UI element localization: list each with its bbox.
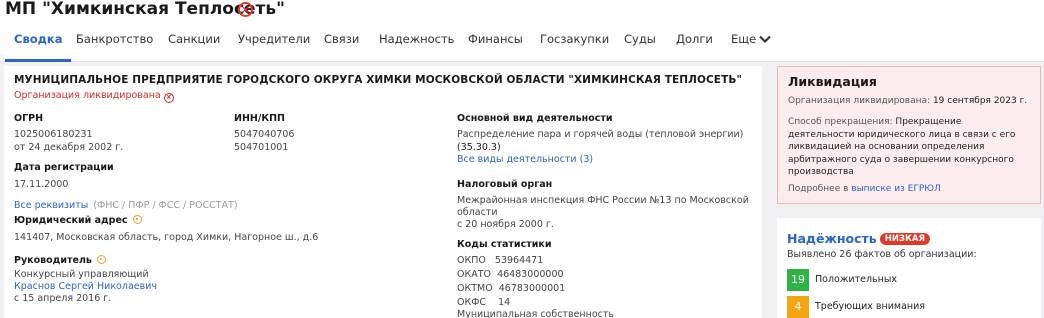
stats-row: ОКФС 14 bbox=[457, 297, 510, 308]
tab-debts[interactable]: Долги bbox=[676, 28, 713, 62]
tab-bankruptcy[interactable]: Банкротство bbox=[76, 28, 153, 62]
positive-count: 19 bbox=[787, 269, 809, 291]
stats-value: 14 bbox=[498, 297, 511, 308]
reliability-header: Надёжность НИЗКАЯ bbox=[787, 228, 931, 247]
all-requisites-link[interactable]: Все реквизиты bbox=[14, 200, 88, 211]
inn-value: 5047040706 bbox=[234, 129, 295, 140]
liquidation-method-line2: деятельности юридического лица в связи с… bbox=[788, 129, 1016, 140]
company-full-name: МУНИЦИПАЛЬНОЕ ПРЕДПРИЯТИЕ ГОРОДСКОГО ОКР… bbox=[14, 74, 743, 86]
head-name-link[interactable]: Краснов Сергей Николаевич bbox=[14, 281, 157, 292]
company-summary-card: МУНИЦИПАЛЬНОЕ ПРЕДПРИЯТИЕ ГОРОДСКОГО ОКР… bbox=[4, 66, 762, 318]
stats-key: ОКПО bbox=[457, 255, 486, 266]
attention-label: Требующих внимания bbox=[815, 301, 925, 312]
stats-key: ОКАТО bbox=[457, 269, 492, 280]
attention-count: 4 bbox=[787, 296, 809, 318]
egrul-extract-link[interactable]: выписке из ЕГРЮЛ bbox=[851, 184, 941, 194]
registration-label: Дата регистрации bbox=[14, 162, 114, 173]
ogrn-label: ОГРН bbox=[14, 113, 44, 124]
reliability-summary: Выявлено 26 фактов об организации: bbox=[787, 249, 977, 260]
liquidation-method-row: Способ прекращения: Прекращение bbox=[788, 116, 961, 129]
address-label-text: Юридический адрес bbox=[14, 215, 128, 226]
tab-summary[interactable]: Сводка bbox=[4, 28, 73, 62]
stats-label: Коды статистики bbox=[457, 239, 552, 250]
inn-label: ИНН/КПП bbox=[234, 113, 285, 124]
info-icon[interactable] bbox=[96, 255, 106, 264]
liquidation-card: Ликвидация Организация ликвидирована: 19… bbox=[777, 66, 1041, 204]
liquidation-method-line5: производства bbox=[788, 167, 854, 177]
tab-procurement[interactable]: Госзакупки bbox=[540, 28, 609, 62]
stats-value: 53964471 bbox=[494, 255, 544, 266]
tax-date: с 20 ноября 2000 г. bbox=[457, 219, 554, 230]
liquidation-date-value: 19 сентября 2023 г. bbox=[932, 96, 1028, 106]
liquidation-method-label: Способ прекращения: bbox=[788, 117, 893, 127]
stats-key: ОКФС bbox=[457, 297, 487, 308]
kpp-value: 504701001 bbox=[234, 142, 289, 153]
activity-code: (35.30.3) bbox=[457, 142, 501, 153]
reliability-title-link[interactable]: Надёжность bbox=[787, 231, 877, 246]
reliability-badge: НИЗКАЯ bbox=[879, 233, 931, 245]
stats-key: ОКТМО bbox=[457, 283, 493, 294]
page-header: МП "Химкинская Теплосеть" × Сводка Банкр… bbox=[0, 0, 1044, 62]
stats-value: 46483000000 bbox=[497, 269, 564, 280]
info-icon[interactable] bbox=[132, 215, 142, 224]
tax-line1: Межрайонная инспекция ФНС России №13 по … bbox=[457, 195, 749, 206]
liquidation-method-line4: арбитражного суда о завершении конкурсно… bbox=[788, 154, 1014, 165]
tab-reliability[interactable]: Надежность bbox=[379, 28, 454, 62]
close-circle-icon: × bbox=[163, 93, 174, 103]
address-value: 141407, Московская область, город Химки,… bbox=[14, 232, 319, 243]
liquidation-title: Ликвидация bbox=[788, 74, 877, 89]
stats-row: ОКАТО 46483000000 bbox=[457, 269, 564, 280]
tab-sanctions[interactable]: Санкции bbox=[168, 28, 220, 62]
status-badge: Организация ликвидирована × bbox=[14, 90, 174, 103]
requisites-row: Все реквизиты (ФНС / ПФР / ФСС / РОССТАТ… bbox=[14, 193, 238, 212]
chevron-down-icon[interactable] bbox=[759, 33, 771, 45]
liquidated-status-icon: × bbox=[238, 2, 253, 17]
liquidation-method-line1: Прекращение bbox=[895, 117, 962, 127]
stats-row: ОКПО 53964471 bbox=[457, 255, 543, 266]
liquidation-more-prefix: Подробнее в bbox=[788, 184, 849, 194]
tab-more[interactable]: Еще bbox=[731, 28, 756, 62]
tax-line2: области bbox=[457, 207, 498, 218]
address-label: Юридический адрес bbox=[14, 215, 142, 226]
stats-value: 46783000001 bbox=[498, 283, 566, 294]
ogrn-date: от 24 декабря 2002 г. bbox=[14, 142, 124, 153]
registration-date: 17.11.2000 bbox=[14, 179, 69, 190]
liquidation-date-row: Организация ликвидирована: 19 сентября 2… bbox=[788, 95, 1027, 108]
tab-founders[interactable]: Учредители bbox=[238, 28, 310, 62]
tab-connections[interactable]: Связи bbox=[324, 28, 359, 62]
head-label-text: Руководитель bbox=[14, 255, 92, 266]
tab-finances[interactable]: Финансы bbox=[468, 28, 523, 62]
head-label: Руководитель bbox=[14, 255, 106, 266]
requisites-sources: (ФНС / ПФР / ФСС / РОССТАТ) bbox=[93, 200, 238, 211]
activity-value: Распределение пара и горячей воды (тепло… bbox=[457, 129, 744, 140]
tab-courts[interactable]: Суды bbox=[624, 28, 656, 62]
ogrn-value: 1025006180231 bbox=[14, 129, 93, 140]
head-since: с 15 апреля 2016 г. bbox=[14, 293, 112, 304]
reliability-card: Надёжность НИЗКАЯ Выявлено 26 фактов об о… bbox=[777, 218, 1041, 318]
positive-label: Положительных bbox=[815, 274, 897, 285]
ownership-value: Муниципальная собственность bbox=[457, 309, 615, 318]
all-activities-link[interactable]: Все виды деятельности (3) bbox=[457, 154, 593, 165]
head-role: Конкурсный управляющий bbox=[14, 269, 149, 280]
liquidation-method-line3: ликвидацией на основании определения bbox=[788, 142, 985, 152]
liquidation-more-row: Подробнее в выписке из ЕГРЮЛ bbox=[788, 183, 941, 196]
tax-label: Налоговый орган bbox=[457, 179, 553, 190]
status-text: Организация ликвидирована bbox=[14, 90, 161, 101]
liquidation-date-label: Организация ликвидирована: bbox=[788, 96, 931, 106]
stats-row: ОКТМО 46783000001 bbox=[457, 283, 565, 294]
tab-bar: Сводка Банкротство Санкции Учредители Св… bbox=[0, 28, 1044, 62]
activity-label: Основной вид деятельности bbox=[457, 113, 613, 124]
